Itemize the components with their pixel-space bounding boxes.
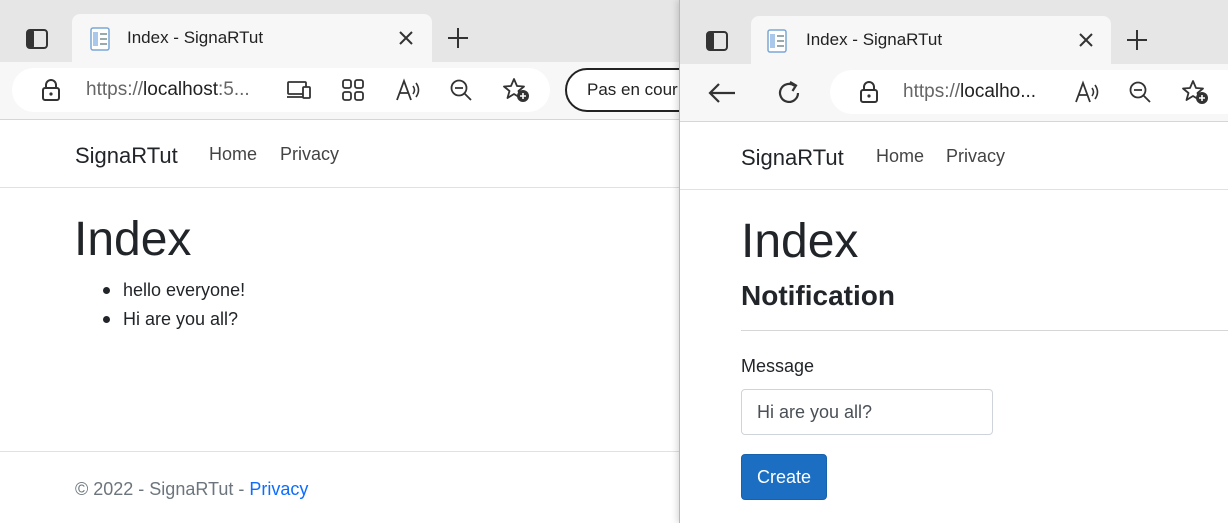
page-title: Index: [741, 215, 859, 268]
create-button[interactable]: Create: [741, 454, 827, 500]
list-item: Hi are you all?: [123, 309, 239, 329]
close-icon[interactable]: [394, 26, 418, 50]
page-favicon-icon: [90, 27, 112, 51]
message-label: Message: [741, 356, 815, 376]
address-bar[interactable]: https://localhost:5...: [12, 68, 550, 112]
list-item: hello everyone!: [123, 280, 246, 300]
tab-index[interactable]: Index - SignaRTut: [72, 14, 432, 62]
app-available-icon[interactable]: [286, 80, 312, 100]
new-tab-icon[interactable]: [1121, 24, 1153, 56]
nav-link-privacy[interactable]: Privacy: [946, 146, 1005, 167]
tab-actions-icon[interactable]: [700, 24, 734, 58]
navbar-divider: [0, 187, 680, 188]
read-aloud-icon[interactable]: [1074, 80, 1100, 104]
navbar-divider: [680, 189, 1228, 190]
apps-icon[interactable]: [342, 79, 364, 101]
address-bar[interactable]: https://localho...: [830, 70, 1228, 114]
zoom-out-icon[interactable]: [450, 79, 472, 101]
footer-privacy-link[interactable]: Privacy: [249, 479, 308, 499]
browser-window-left: Index - SignaRTut https://localhost:5...: [0, 0, 680, 523]
nav-link-home[interactable]: Home: [209, 144, 257, 165]
lock-icon[interactable]: [860, 81, 878, 103]
browser-toolbar: https://localhost:5... Pas en cour: [0, 62, 680, 120]
zoom-out-icon[interactable]: [1129, 81, 1151, 103]
footer: © 2022 - SignaRTut - Privacy: [75, 479, 308, 500]
profile-status-button[interactable]: Pas en cour: [565, 68, 680, 112]
add-favorite-icon[interactable]: [1181, 79, 1209, 105]
footer-copyright: © 2022 - SignaRTut -: [75, 479, 250, 499]
add-favorite-icon[interactable]: [502, 77, 530, 103]
browser-window-right: Index - SignaRTut https://localho... Sig…: [679, 0, 1228, 523]
read-aloud-icon[interactable]: [395, 78, 421, 102]
back-arrow-icon[interactable]: [706, 78, 738, 108]
lock-icon[interactable]: [42, 79, 60, 101]
page-title: Index: [74, 213, 192, 266]
tab-strip: Index - SignaRTut: [0, 0, 680, 62]
close-icon[interactable]: [1074, 28, 1098, 52]
page-favicon-icon: [767, 29, 789, 53]
tab-index[interactable]: Index - SignaRTut: [751, 16, 1111, 64]
navbar-brand[interactable]: SignaRTut: [75, 143, 178, 169]
list-bullet: [103, 287, 110, 294]
nav-link-home[interactable]: Home: [876, 146, 924, 167]
list-bullet: [103, 316, 110, 323]
nav-link-privacy[interactable]: Privacy: [280, 144, 339, 165]
browser-toolbar: https://localho...: [680, 64, 1228, 122]
tab-title: Index - SignaRTut: [127, 28, 264, 47]
tab-actions-icon[interactable]: [20, 22, 54, 56]
refresh-icon[interactable]: [773, 77, 805, 109]
new-tab-icon[interactable]: [442, 22, 474, 54]
section-title: Notification: [741, 280, 895, 311]
tab-strip: Index - SignaRTut: [680, 0, 1228, 64]
navbar-brand[interactable]: SignaRTut: [741, 145, 844, 171]
tab-title: Index - SignaRTut: [806, 30, 943, 49]
url-text[interactable]: https://localho...: [903, 81, 1058, 103]
url-text[interactable]: https://localhost:5...: [86, 79, 276, 101]
message-input[interactable]: [741, 389, 993, 435]
footer-divider: [0, 451, 680, 452]
section-divider: [741, 330, 1228, 331]
